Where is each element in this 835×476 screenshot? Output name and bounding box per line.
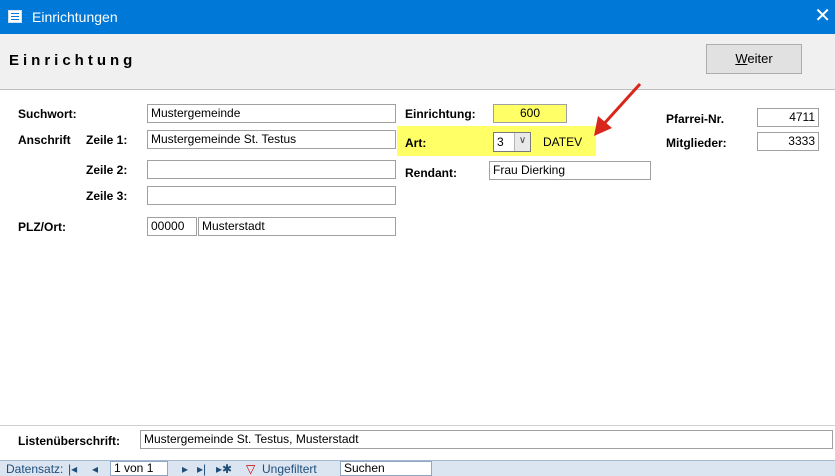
art-value: 3: [497, 135, 504, 149]
zeile3-field[interactable]: [147, 186, 396, 205]
next-record-button[interactable]: ▸: [182, 462, 188, 476]
first-record-button[interactable]: |◂: [68, 462, 77, 476]
ort-field[interactable]: Musterstadt: [198, 217, 396, 236]
footer-separator: [0, 425, 835, 426]
suchwort-field[interactable]: Mustergemeinde: [147, 104, 396, 123]
suchwort-label: Suchwort:: [18, 107, 77, 121]
listen-label: Listenüberschrift:: [18, 434, 121, 448]
search-input[interactable]: Suchen: [340, 461, 432, 476]
form-icon: [8, 10, 22, 23]
plz-field[interactable]: 00000: [147, 217, 197, 236]
anschrift-label: Anschrift: [18, 133, 71, 147]
rendant-field[interactable]: Frau Dierking: [489, 161, 651, 180]
plzort-label: PLZ/Ort:: [18, 220, 66, 234]
art-text: DATEV: [543, 135, 583, 149]
record-navigation-bar: Datensatz: |◂ ◂ 1 von 1 ▸ ▸| ▸✱ ▽ Ungefi…: [0, 460, 835, 476]
einrichtung-label: Einrichtung:: [405, 107, 476, 121]
datensatz-label: Datensatz:: [6, 462, 64, 476]
weiter-button[interactable]: Weiter: [706, 44, 802, 74]
einrichtung-field[interactable]: 600: [493, 104, 567, 123]
weiter-accesskey: W: [735, 51, 748, 66]
filter-status[interactable]: Ungefiltert: [262, 462, 317, 476]
zeile1-field[interactable]: Mustergemeinde St. Testus: [147, 130, 396, 149]
header-separator: [0, 89, 835, 90]
listen-field[interactable]: Mustergemeinde St. Testus, Musterstadt: [140, 430, 833, 449]
form-title: Einrichtung: [9, 52, 137, 69]
pfarrei-label: Pfarrei-Nr.: [666, 112, 725, 126]
mitglieder-label: Mitglieder:: [666, 136, 727, 150]
zeile3-label: Zeile 3:: [86, 189, 128, 203]
new-record-button[interactable]: ▸✱: [216, 462, 232, 476]
zeile2-field[interactable]: [147, 160, 396, 179]
window-title: Einrichtungen: [32, 9, 118, 25]
zeile2-label: Zeile 2:: [86, 163, 128, 177]
last-record-button[interactable]: ▸|: [197, 462, 206, 476]
prev-record-button[interactable]: ◂: [92, 462, 98, 476]
red-arrow-icon: [594, 82, 642, 136]
mitglieder-field[interactable]: 3333: [757, 132, 819, 151]
weiter-label: eiter: [747, 51, 773, 66]
close-icon[interactable]: ✕: [814, 4, 831, 28]
record-position-field[interactable]: 1 von 1: [110, 461, 168, 476]
art-label: Art:: [405, 136, 427, 150]
zeile1-label: Zeile 1:: [86, 133, 128, 147]
art-combobox[interactable]: 3 ∨: [493, 132, 531, 152]
rendant-label: Rendant:: [405, 166, 457, 180]
funnel-icon: ▽: [246, 462, 256, 476]
pfarrei-field[interactable]: 4711: [757, 108, 819, 127]
window-titlebar: Einrichtungen ✕: [0, 0, 835, 34]
chevron-down-icon[interactable]: ∨: [514, 133, 530, 151]
